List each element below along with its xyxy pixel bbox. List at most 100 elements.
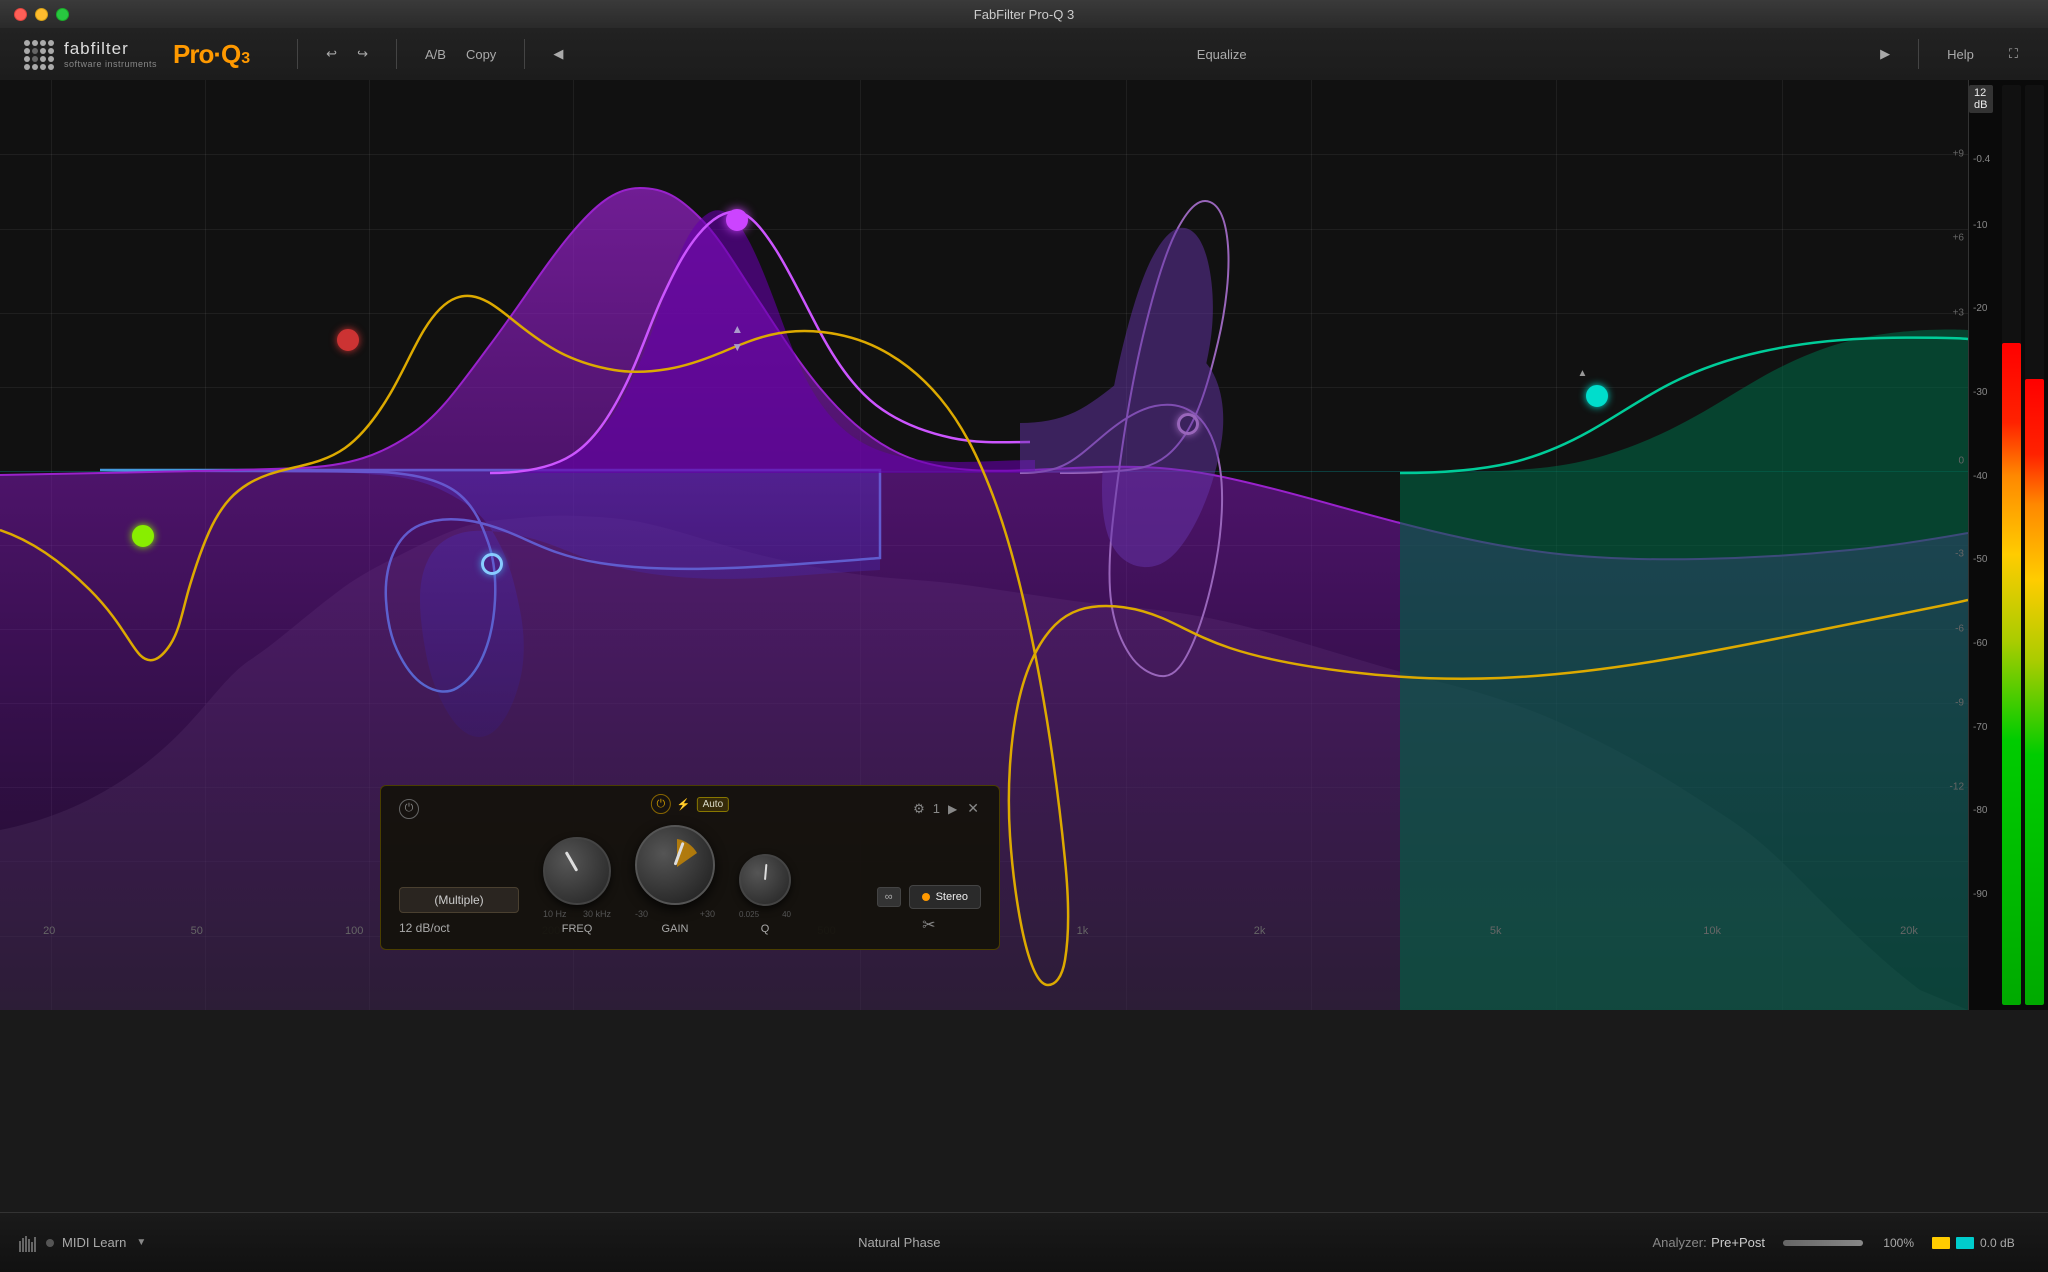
filter-slope: 12 dB/oct	[399, 921, 519, 935]
zoom-controls: 100%	[1783, 1236, 1914, 1250]
traffic-lights	[14, 8, 69, 21]
filter-node-violet[interactable]	[1177, 413, 1199, 435]
prev-preset-button[interactable]: ◀	[543, 42, 573, 66]
fullscreen-button[interactable]: ⛶	[1999, 42, 2028, 66]
cyan-indicator	[1956, 1237, 1974, 1249]
meter-label: -50	[1973, 554, 1987, 565]
window-title: FabFilter Pro-Q 3	[974, 7, 1074, 22]
zoom-slider[interactable]	[1783, 1240, 1863, 1246]
grid-line-v	[1556, 80, 1557, 1010]
filter-node-magenta[interactable]	[726, 209, 748, 231]
meter-label: -0.4	[1973, 154, 1990, 165]
filter-node-cyan[interactable]	[1586, 385, 1608, 407]
maximize-button[interactable]	[56, 8, 69, 21]
zoom-percent: 100%	[1869, 1236, 1914, 1250]
db-label-p3: +3	[1953, 307, 1964, 318]
toolbar: fabfilter software instruments Pro·Q3 ↩ …	[0, 28, 2048, 80]
freq-range: 10 Hz 30 kHz	[543, 909, 611, 919]
link-bands-button[interactable]: ∞	[877, 887, 901, 907]
undo-button[interactable]: ↩	[316, 42, 347, 66]
product-name: Pro·Q3	[173, 39, 249, 70]
controls-panel: ⏻ ⏻ ⚡ Auto ⚙ 1 ▶ ✕ (Multiple)	[380, 785, 1000, 950]
logo-area: fabfilter software instruments Pro·Q3	[20, 36, 249, 72]
db-offset-value: 0.0 dB	[1980, 1236, 2030, 1250]
status-bar: MIDI Learn ▼ Natural Phase Analyzer: Pre…	[0, 1212, 2048, 1272]
db-label-p6: +6	[1953, 233, 1964, 244]
close-panel-button[interactable]: ✕	[965, 798, 981, 819]
meter: 12 dB -0.4 -10 -20 -30 -40 -50 -60 -70 -…	[1968, 80, 2048, 1010]
copy-button[interactable]: Copy	[456, 43, 506, 66]
meter-label: -80	[1973, 805, 1987, 816]
freq-label-1k: 1k	[1077, 925, 1089, 937]
close-button[interactable]	[14, 8, 27, 21]
phase-button[interactable]: Natural Phase	[858, 1235, 940, 1250]
next-preset-button[interactable]: ▶	[1870, 42, 1900, 66]
auto-button[interactable]: Auto	[697, 797, 730, 812]
db-range-label: 12 dB	[1969, 85, 1993, 113]
midi-learn-button[interactable]: MIDI Learn ▼	[46, 1235, 146, 1250]
shelf-indicator: ▲	[1577, 368, 1587, 379]
minimize-button[interactable]	[35, 8, 48, 21]
freq-label: FREQ	[562, 923, 593, 935]
q-knob[interactable]	[739, 854, 791, 906]
spectrum-icon[interactable]	[18, 1233, 38, 1253]
help-button[interactable]: Help	[1937, 43, 1984, 66]
stereo-indicator	[922, 893, 930, 901]
gain-knob[interactable]	[635, 825, 715, 905]
redo-button[interactable]: ↪	[347, 42, 378, 66]
band-indicator: ▲	[731, 322, 743, 336]
filter-type-button[interactable]: (Multiple)	[399, 887, 519, 913]
db-label-p9: +9	[1953, 149, 1964, 160]
grid-line-v	[1126, 80, 1127, 1010]
eq-display[interactable]: +9 +6 +3 0 -3 -6 -9 -12 ▲ ▼ ▲ 12 dB -0.4…	[0, 80, 2048, 1010]
meter-label: -40	[1973, 471, 1987, 482]
db-label-m6: -6	[1955, 623, 1964, 634]
freq-knob-group: 10 Hz 30 kHz FREQ	[543, 837, 611, 935]
grid-line	[0, 703, 1968, 704]
grid-line-v	[1782, 80, 1783, 1010]
meter-label: -60	[1973, 638, 1987, 649]
filter-node-red[interactable]	[337, 329, 359, 351]
grid-line	[0, 313, 1968, 314]
ab-button[interactable]: A/B	[415, 43, 456, 66]
analyzer-control: Analyzer: Pre+Post	[1653, 1234, 1766, 1252]
filter-node-blue[interactable]	[481, 553, 503, 575]
freq-knob[interactable]	[543, 837, 611, 905]
band-controls-row: ∞ Stereo	[877, 885, 981, 909]
zero-db-line	[0, 471, 1968, 472]
db-label-m9: -9	[1955, 698, 1964, 709]
scissors-icon[interactable]: ✂	[922, 915, 935, 935]
auto-icon[interactable]: ⚡	[677, 798, 691, 811]
filter-node-green-low[interactable]	[132, 525, 154, 547]
stereo-button[interactable]: Stereo	[909, 885, 981, 909]
midi-dropdown-arrow[interactable]: ▼	[136, 1237, 146, 1248]
settings-icon[interactable]: ⚙	[913, 801, 925, 817]
grid-line-v	[369, 80, 370, 1010]
meter-label: -90	[1973, 889, 1987, 900]
toolbar-right: Help ⛶	[1937, 42, 2028, 66]
play-button[interactable]: ▶	[948, 802, 957, 816]
status-right: Analyzer: Pre+Post 100% 0.0 dB	[1653, 1234, 2031, 1252]
analyzer-value[interactable]: Pre+Post	[1711, 1235, 1765, 1250]
right-controls: ∞ Stereo ✂	[877, 885, 981, 935]
yellow-indicator	[1932, 1237, 1950, 1249]
gain-label: GAIN	[662, 923, 689, 935]
gain-power-button[interactable]: ⏻	[651, 794, 671, 814]
db-label-m12: -12	[1950, 781, 1964, 792]
equalize-button[interactable]: Equalize	[1187, 43, 1257, 66]
q-range: 0.025 40	[739, 910, 791, 919]
freq-label-2k: 2k	[1254, 925, 1266, 937]
logo-icon	[20, 36, 56, 72]
brand-subtitle: software instruments	[64, 59, 157, 69]
grid-line	[0, 154, 1968, 155]
grid-line	[0, 545, 1968, 546]
meter-label: -70	[1973, 722, 1987, 733]
brand-text: fabfilter software instruments	[64, 39, 157, 69]
toolbar-separator	[297, 39, 298, 69]
meter-label: -10	[1973, 220, 1987, 231]
grid-line	[0, 229, 1968, 230]
grid-line	[0, 387, 1968, 388]
band-power-button[interactable]: ⏻	[399, 799, 419, 819]
midi-learn-label: MIDI Learn	[62, 1235, 126, 1250]
db-axis: +9 +6 +3 0 -3 -6 -9 -12	[1926, 80, 1966, 1010]
